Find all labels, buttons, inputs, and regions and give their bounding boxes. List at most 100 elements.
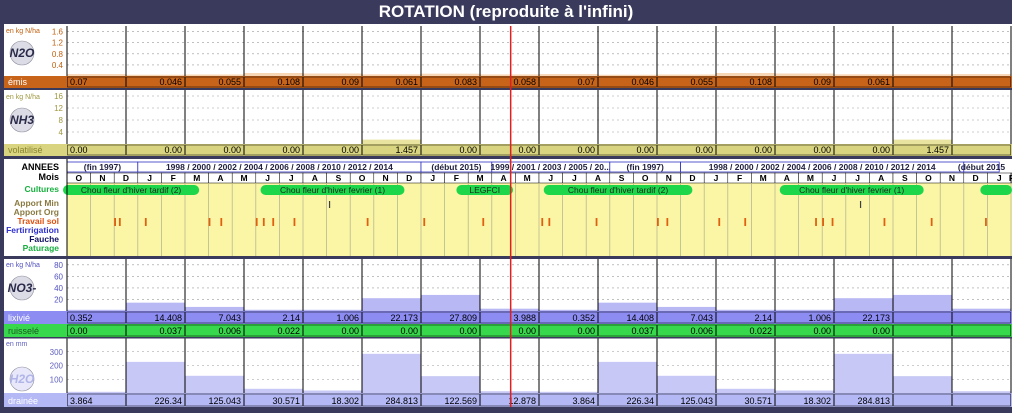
h2o-bar	[834, 353, 893, 393]
travail-sol-marker	[366, 218, 369, 226]
no3-bar	[539, 309, 598, 311]
no3-icon-label: NO3-	[8, 281, 37, 295]
month-label: S	[619, 173, 625, 183]
n2o-tick-label: 0.4	[52, 61, 64, 70]
n2o-tick-label: 0.8	[52, 50, 64, 59]
travail-sol-marker	[220, 218, 223, 226]
month-label: D	[406, 173, 412, 183]
year-label: (fin 1997)	[84, 162, 121, 172]
h2o-value: 226.34	[626, 396, 654, 406]
month-label: J	[855, 173, 860, 183]
month-label: J	[997, 173, 1002, 183]
n2o-value: 0.07	[577, 77, 595, 87]
runoff-value: 0.022	[749, 326, 772, 336]
nh3-value: 0.00	[164, 145, 182, 155]
n2o-tick-label: 1.2	[52, 39, 64, 48]
month-label: A	[217, 173, 223, 183]
runoff-value: 0.00	[341, 326, 359, 336]
runoff-value-cell	[952, 324, 1011, 337]
h2o-tick-label: 300	[50, 348, 64, 357]
nh3-value: 0.00	[872, 145, 890, 155]
no3-value: 3.988	[513, 313, 536, 323]
no3-value: 27.809	[449, 313, 477, 323]
no3-value: 0.352	[572, 313, 595, 323]
month-label: D	[689, 173, 695, 183]
no3-bar	[716, 309, 775, 311]
n2o-bar	[480, 74, 539, 76]
n2o-value: 0.09	[813, 77, 831, 87]
travail-sol-marker	[718, 218, 721, 226]
nh3-value: 0.00	[754, 145, 772, 155]
no3-value-cell	[952, 311, 1011, 324]
n2o-value-cell	[893, 76, 952, 88]
no3-value: 0.352	[70, 313, 93, 323]
travail-sol-marker	[985, 218, 987, 226]
n2o-bar	[598, 74, 657, 76]
runoff-value: 0.00	[459, 326, 477, 336]
crop-band	[980, 185, 1012, 195]
travail-sol-marker	[657, 218, 659, 226]
month-label: J	[265, 173, 270, 183]
no3-bar	[657, 306, 716, 311]
month-label: F	[454, 173, 459, 183]
n2o-bar	[362, 74, 421, 76]
year-label: 1998 / 2000 / 2002 / 2004 / 2006 / 2008 …	[166, 162, 393, 172]
n2o-value: 0.055	[218, 77, 241, 87]
no3-tick-label: 80	[54, 261, 63, 270]
month-label: M	[807, 173, 814, 183]
h2o-bar	[539, 391, 598, 393]
month-label: A	[878, 173, 884, 183]
no3-value: 2.14	[282, 313, 300, 323]
no3-value: 1.006	[808, 313, 831, 323]
nh3-icon-label: NH3	[10, 113, 34, 127]
month-column	[727, 173, 752, 256]
month-label: M	[476, 173, 483, 183]
h2o-value: 18.302	[331, 396, 359, 406]
month-label: J	[430, 173, 435, 183]
n2o-bar	[421, 73, 480, 76]
crop-label: Chou fleur d'hiver tardif (2)	[568, 185, 669, 195]
h2o-bar	[362, 353, 421, 393]
crop-label: Chou fleur d'hiver tardif (2)	[81, 185, 182, 195]
nh3-tick-label: 8	[59, 116, 64, 125]
no3-tick-label: 60	[54, 272, 63, 281]
month-label: J	[714, 173, 719, 183]
nh3-value: 0.00	[341, 145, 359, 155]
separator	[4, 256, 1012, 259]
n2o-value-cell	[952, 76, 1011, 88]
h2o-row-label: drainée	[8, 396, 38, 406]
n2o-bar	[775, 73, 834, 76]
n2o-value: 0.108	[749, 77, 772, 87]
h2o-value: 226.34	[154, 396, 182, 406]
nh3-value: 1.457	[926, 145, 949, 155]
n2o-value: 0.061	[867, 77, 890, 87]
runoff-value: 0.037	[159, 326, 182, 336]
nh3-bar	[893, 139, 952, 144]
n2o-value: 0.055	[690, 77, 713, 87]
nh3-value: 0.00	[459, 145, 477, 155]
month-label: J	[147, 173, 152, 183]
month-column	[232, 173, 256, 256]
runoff-value: 0.00	[70, 326, 88, 336]
h2o-value: 18.302	[803, 396, 831, 406]
n2o-bar	[539, 74, 598, 76]
year-label: (fin 1997)	[627, 162, 664, 172]
n2o-value: 0.061	[395, 77, 418, 87]
h2o-value: 3.864	[572, 396, 595, 406]
n2o-value: 0.058	[513, 77, 536, 87]
year-label: (début 2015	[958, 162, 1006, 172]
h2o-bar	[303, 390, 362, 393]
month-label: F	[171, 173, 176, 183]
no3-value: 7.043	[218, 313, 241, 323]
no3-tick-label: 40	[54, 284, 63, 293]
travail-sol-marker	[666, 218, 669, 226]
runoff-value: 0.00	[518, 326, 536, 336]
no3-bar	[598, 302, 657, 311]
runoff-value: 0.037	[631, 326, 654, 336]
year-label: (début 2015)	[431, 162, 481, 172]
travail-sol-marker	[118, 218, 121, 226]
no3-value-cell	[893, 311, 952, 324]
month-label: D	[973, 173, 979, 183]
month-column	[515, 173, 539, 256]
travail-sol-marker	[548, 218, 551, 226]
